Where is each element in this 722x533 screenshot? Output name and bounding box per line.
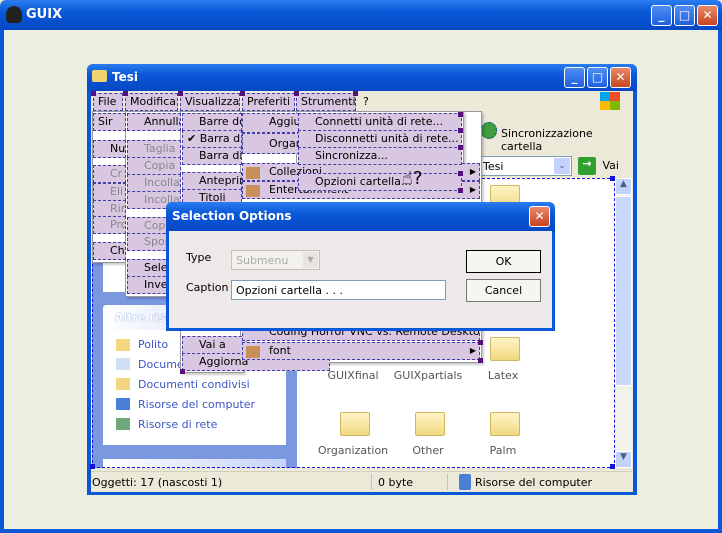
menu-visualizza[interactable]: Visualizza [180, 93, 240, 111]
selection-handle[interactable] [458, 188, 463, 193]
selection-handle[interactable] [478, 340, 483, 345]
scroll-down-button[interactable]: ▼ [615, 451, 632, 468]
cancel-button[interactable]: Cancel [466, 279, 541, 302]
selection-handle[interactable] [91, 91, 96, 96]
explorer-title: Tesi [112, 70, 138, 84]
menu-item-annulla[interactable]: Annulla [127, 113, 181, 131]
selection-options-dialog: Selection Options ✕ Type Submenu ▼ Capti… [166, 202, 555, 331]
close-button[interactable]: ✕ [697, 5, 718, 26]
type-select[interactable]: Submenu ▼ [231, 250, 320, 270]
menu-item[interactable]: Pro [93, 216, 126, 234]
check-icon: ✔ [187, 132, 197, 145]
menu-item-aggiungi[interactable]: Aggiu [242, 113, 300, 133]
dialog-title: Selection Options [172, 209, 292, 223]
explorer-title-bar[interactable]: Tesi _ □ ✕ [87, 64, 637, 91]
menu-item[interactable]: Ch [93, 242, 126, 260]
menu-item-incolla[interactable]: Incolla [127, 174, 181, 192]
explorer-close-button[interactable]: ✕ [610, 67, 631, 88]
maximize-button[interactable]: □ [674, 5, 695, 26]
menu-strumenti[interactable]: Strumenti [296, 93, 356, 111]
menu-item-connetti[interactable]: Connetti unità di rete... [298, 113, 462, 131]
resize-handle[interactable] [90, 464, 95, 469]
menu-item-taglia[interactable]: Taglia [127, 140, 181, 158]
selection-handle[interactable] [458, 112, 463, 117]
menu-preferiti[interactable]: Preferiti [242, 93, 295, 111]
go-button[interactable]: → Vai [578, 157, 619, 175]
menu-item-anteprime[interactable]: Anteprim [182, 172, 242, 190]
selection-handle[interactable] [458, 145, 463, 150]
selection-handle[interactable] [180, 369, 185, 374]
dialog-close-button[interactable]: ✕ [529, 206, 550, 227]
status-size: 0 byte [378, 476, 414, 489]
selection-handle[interactable] [478, 358, 483, 363]
sync-icon [481, 122, 497, 139]
dialog-title-bar[interactable]: Selection Options ✕ [166, 202, 555, 231]
folder-icon [92, 70, 107, 82]
minimize-button[interactable]: _ [651, 5, 672, 26]
chevron-down-icon[interactable]: ⌄ [554, 158, 570, 174]
selection-handle[interactable] [294, 91, 299, 96]
resize-handle[interactable] [610, 464, 615, 469]
caption-label: Caption [186, 281, 229, 294]
scroll-up-button[interactable]: ▲ [615, 178, 632, 195]
selection-handle[interactable] [458, 171, 463, 176]
penguin-icon [6, 6, 22, 23]
menu-item[interactable]: Sir [93, 113, 126, 131]
vertical-scrollbar[interactable]: ▲ ▼ [615, 178, 632, 468]
explorer-minimize-button[interactable]: _ [564, 67, 585, 88]
menu-help[interactable]: ? [363, 95, 369, 108]
status-bar: Oggetti: 17 (nascosti 1) 0 byte Risorse … [91, 471, 633, 492]
selection-handle[interactable] [353, 91, 358, 96]
type-label: Type [186, 251, 212, 264]
menu-item-organizza[interactable]: Organ [242, 133, 300, 154]
ok-button[interactable]: OK [466, 250, 541, 273]
sync-folder-button[interactable]: Sincronizzazione cartella [480, 113, 630, 153]
address-input[interactable]: Tesi ⌄ [480, 156, 572, 176]
help-cursor-icon: ☝? [402, 168, 423, 189]
menu-modifica[interactable]: Modifica [125, 93, 178, 111]
computer-icon [459, 474, 471, 490]
windows-logo [600, 92, 620, 110]
chevron-down-icon: ▼ [303, 252, 318, 268]
resize-handle[interactable] [610, 176, 615, 181]
outer-title-bar[interactable]: GUIX _ □ ✕ [0, 0, 722, 30]
selection-handle[interactable] [123, 91, 128, 96]
menu-item-opzioni-cartella[interactable]: Opzioni cartella... [298, 173, 462, 191]
menu-item-barra-explorer[interactable]: Barra di [182, 147, 242, 165]
menu-item-copia[interactable]: Copia [127, 157, 181, 175]
go-arrow-icon: → [578, 157, 596, 175]
menu-item-sincronizza[interactable]: Sincronizza... [298, 147, 462, 165]
outer-title: GUIX [26, 7, 63, 22]
selection-handle[interactable] [178, 91, 183, 96]
scroll-thumb[interactable] [615, 196, 632, 386]
menu-item-disconnetti[interactable]: Disconnetti unità di rete... [298, 130, 462, 148]
menu-file[interactable]: File [93, 93, 123, 111]
status-objects: Oggetti: 17 (nascosti 1) [92, 476, 223, 489]
selection-handle[interactable] [458, 128, 463, 133]
menu-item-vai-a[interactable]: Vai a [182, 336, 247, 354]
menu-item-barre[interactable]: Barre de [182, 113, 242, 131]
menu-item-barra-stato[interactable]: ✔ Barra di [182, 130, 242, 148]
folder-icon [246, 185, 260, 197]
menu-item-font[interactable]: font ▶ [242, 342, 480, 360]
menu-item[interactable]: Cr [93, 165, 126, 183]
menu-item[interactable]: Nu [93, 140, 126, 158]
explorer-maximize-button[interactable]: □ [587, 67, 608, 88]
folder-icon [246, 346, 260, 358]
caption-input[interactable]: Opzioni cartella . . . [231, 280, 446, 300]
status-location: Risorse del computer [475, 476, 593, 489]
selection-handle[interactable] [240, 91, 245, 96]
folder-icon [246, 167, 260, 179]
menu-item[interactable]: Eli [93, 183, 126, 201]
